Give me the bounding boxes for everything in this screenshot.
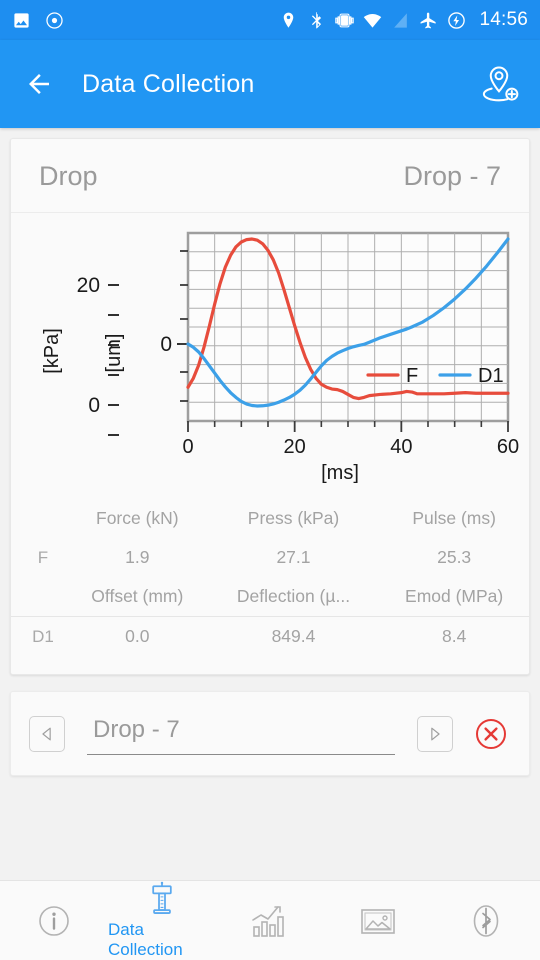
row-label-d1: D1 — [32, 626, 54, 646]
value-deflection: 849.4 — [271, 626, 316, 646]
svg-text:0: 0 — [160, 333, 172, 356]
nav-item-data-collection[interactable]: Data Collection — [108, 881, 216, 960]
info-icon — [39, 905, 69, 936]
signal-icon — [394, 12, 408, 28]
svg-text:40: 40 — [390, 436, 412, 458]
battery-charging-icon — [448, 11, 466, 29]
app-bar: Data Collection — [0, 40, 540, 128]
next-drop-button[interactable] — [417, 715, 453, 752]
card-header: Drop Drop - 7 — [11, 139, 529, 213]
delete-drop-button[interactable] — [471, 714, 511, 754]
value-emod: 8.4 — [441, 626, 467, 646]
page-title: Data Collection — [82, 69, 255, 98]
svg-text:0: 0 — [182, 436, 193, 458]
card-header-value: Drop - 7 — [403, 161, 501, 191]
measurements-table: Force (kN) Press (kPa) Pulse (ms) F 1.9 … — [11, 499, 529, 656]
column-header-deflection: Deflection (µ... — [207, 577, 380, 617]
column-header-emod: Emod (MPa) — [379, 577, 529, 617]
airplane-icon — [421, 12, 437, 28]
row-label-f: F — [37, 547, 49, 567]
value-force: 1.9 — [125, 547, 150, 567]
drop-navigation-card: Drop - 7 — [10, 691, 530, 776]
nav-label-data-collection: Data Collection — [108, 920, 183, 959]
drop-name-input[interactable]: Drop - 7 — [87, 712, 395, 755]
svg-text:20: 20 — [284, 436, 306, 458]
drop-weight-device-icon — [152, 881, 172, 914]
nav-item-bluetooth[interactable] — [432, 881, 540, 960]
spacer-cell-2 — [11, 577, 67, 617]
column-header-pulse: Pulse (ms) — [412, 508, 496, 528]
drop-data-card: Drop Drop - 7 20 0 [kPa] [um] 0 0 20 40 60 [ms… — [10, 138, 530, 675]
add-location-pin-icon — [482, 66, 519, 102]
svg-text:[kPa]: [kPa] — [41, 328, 63, 374]
wifi-icon — [364, 13, 382, 28]
status-bar: 14:56 — [0, 0, 540, 40]
vibrate-icon — [335, 13, 355, 27]
image-icon — [14, 12, 29, 28]
table-header-row-1: Force (kN) Press (kPa) Pulse (ms) — [11, 499, 529, 538]
table-row: D1 0.0 849.4 8.4 — [11, 617, 529, 657]
previous-triangle-icon — [42, 727, 51, 740]
spacer-cell — [11, 499, 67, 538]
value-press: 27.1 — [276, 547, 311, 567]
status-bar-clock: 14:56 — [479, 9, 528, 30]
value-offset: 0.0 — [125, 626, 150, 646]
svg-text:0: 0 — [88, 394, 100, 417]
bottom-navigation: Data Collection — [0, 880, 540, 960]
status-bar-right-icons: 14:56 — [279, 9, 528, 31]
gallery-image-icon — [361, 908, 395, 934]
table-row: F 1.9 27.1 25.3 — [11, 538, 529, 577]
location-icon — [284, 12, 294, 28]
chart-container[interactable]: 20 0 [kPa] [um] 0 0 20 40 60 [ms] F D1 — [11, 213, 529, 491]
bluetooth-icon — [312, 11, 322, 28]
svg-text:D1: D1 — [478, 365, 504, 387]
force-deflection-chart[interactable]: 200[kPa] [um] 0 0 20 40 60 [ms]F D1 — [20, 225, 520, 485]
table-header-row-2: Offset (mm) Deflection (µ... Emod (MPa) — [11, 577, 529, 617]
svg-text:F: F — [406, 365, 418, 387]
status-bar-left-icons — [12, 11, 64, 30]
svg-text:60: 60 — [497, 436, 519, 458]
record-icon — [46, 11, 63, 29]
nav-item-info[interactable] — [0, 881, 108, 960]
column-header-force: Force (kN) — [96, 508, 179, 528]
column-header-offset: Offset (mm) — [67, 577, 208, 617]
main-content: Drop Drop - 7 20 0 [kPa] [um] 0 0 20 40 60 [ms… — [0, 128, 540, 860]
chart-icon — [252, 905, 284, 937]
delete-circle-icon — [476, 718, 506, 749]
value-pulse: 25.3 — [437, 547, 472, 567]
next-triangle-icon — [431, 727, 440, 740]
nav-item-charts[interactable] — [216, 881, 324, 960]
drop-name-value: Drop - 7 — [93, 716, 180, 743]
arrow-back-icon — [29, 74, 49, 94]
svg-text:[um]: [um] — [103, 334, 125, 373]
back-button[interactable] — [18, 63, 60, 105]
add-location-button[interactable] — [476, 61, 522, 107]
column-header-press: Press (kPa) — [247, 508, 340, 528]
card-header-label: Drop — [39, 161, 98, 191]
previous-drop-button[interactable] — [29, 715, 65, 752]
bluetooth-icon — [473, 904, 499, 937]
nav-item-gallery[interactable] — [324, 881, 432, 960]
svg-text:20: 20 — [77, 274, 100, 297]
svg-text:[ms]: [ms] — [321, 462, 359, 484]
